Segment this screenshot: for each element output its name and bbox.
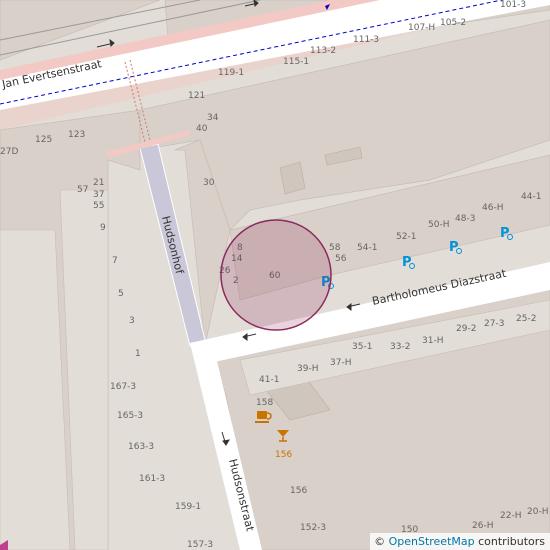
house-number: 5 (118, 289, 124, 299)
house-number: 165-3 (117, 411, 143, 421)
house-number: 40 (196, 124, 208, 134)
house-number: 37 (93, 190, 104, 200)
attribution-link[interactable]: OpenStreetMap (389, 535, 475, 548)
house-number: 31-H (422, 336, 443, 346)
house-number: 46-H (482, 203, 503, 213)
house-number: 34 (207, 113, 219, 123)
house-number: 121 (188, 91, 205, 101)
house-number: 163-3 (128, 442, 154, 452)
house-number: 167-3 (110, 382, 136, 392)
house-number: 123 (68, 130, 85, 140)
house-number: 52-1 (396, 232, 416, 242)
house-number: 9 (100, 223, 106, 233)
house-number: 29-2 (456, 324, 476, 334)
house-number: 54-1 (357, 243, 377, 253)
attribution: © OpenStreetMap contributors (370, 533, 550, 550)
house-number: 21 (93, 178, 104, 188)
map-layer: 101-3 105-2 107-H 111-3 113-2 115-1 119-… (0, 0, 550, 550)
house-number: 105-2 (440, 18, 466, 28)
house-number: 119-1 (218, 68, 244, 78)
house-number: 56 (335, 254, 347, 264)
house-number: 35-1 (352, 342, 372, 352)
house-number: 55 (93, 201, 104, 211)
house-number: 152-3 (300, 523, 326, 533)
house-number: 159-1 (175, 502, 201, 512)
location-circle[interactable] (220, 219, 332, 331)
house-number: 41-1 (259, 375, 279, 385)
house-number: 27-3 (484, 319, 504, 329)
house-number: 113-2 (310, 46, 336, 56)
house-number: 157-3 (187, 540, 213, 550)
house-number: 20-H (527, 507, 548, 517)
house-number: 156 (290, 486, 307, 496)
house-number: 161-3 (139, 474, 165, 484)
house-number: 26-H (472, 521, 493, 531)
house-number: 48-3 (455, 214, 475, 224)
house-number: 37-H (330, 358, 351, 368)
house-number: 50-H (428, 220, 449, 230)
house-number: 57 (77, 185, 88, 195)
house-number: 107-H (408, 23, 435, 33)
house-number: 158 (256, 398, 273, 408)
house-number: 1 (135, 349, 141, 359)
house-number: 30 (203, 178, 215, 188)
house-number: 39-H (297, 364, 318, 374)
poi-label: 156 (275, 450, 292, 460)
house-number: 44-1 (521, 192, 541, 202)
house-number: 115-1 (283, 57, 309, 67)
map-canvas[interactable]: 101-3 105-2 107-H 111-3 113-2 115-1 119-… (0, 0, 550, 550)
house-number: 125 (35, 135, 52, 145)
house-number: 25-2 (516, 314, 536, 324)
house-number: 3 (129, 316, 135, 326)
house-number: 22-H (500, 511, 521, 521)
house-number: 101-3 (500, 0, 526, 10)
house-number: 27D (0, 147, 18, 157)
house-number: 7 (112, 256, 118, 266)
attribution-suffix: contributors (474, 535, 545, 548)
house-number: 58 (329, 243, 341, 253)
attribution-prefix: © (374, 535, 389, 548)
house-number: 111-3 (353, 35, 379, 45)
house-number: 33-2 (390, 342, 410, 352)
